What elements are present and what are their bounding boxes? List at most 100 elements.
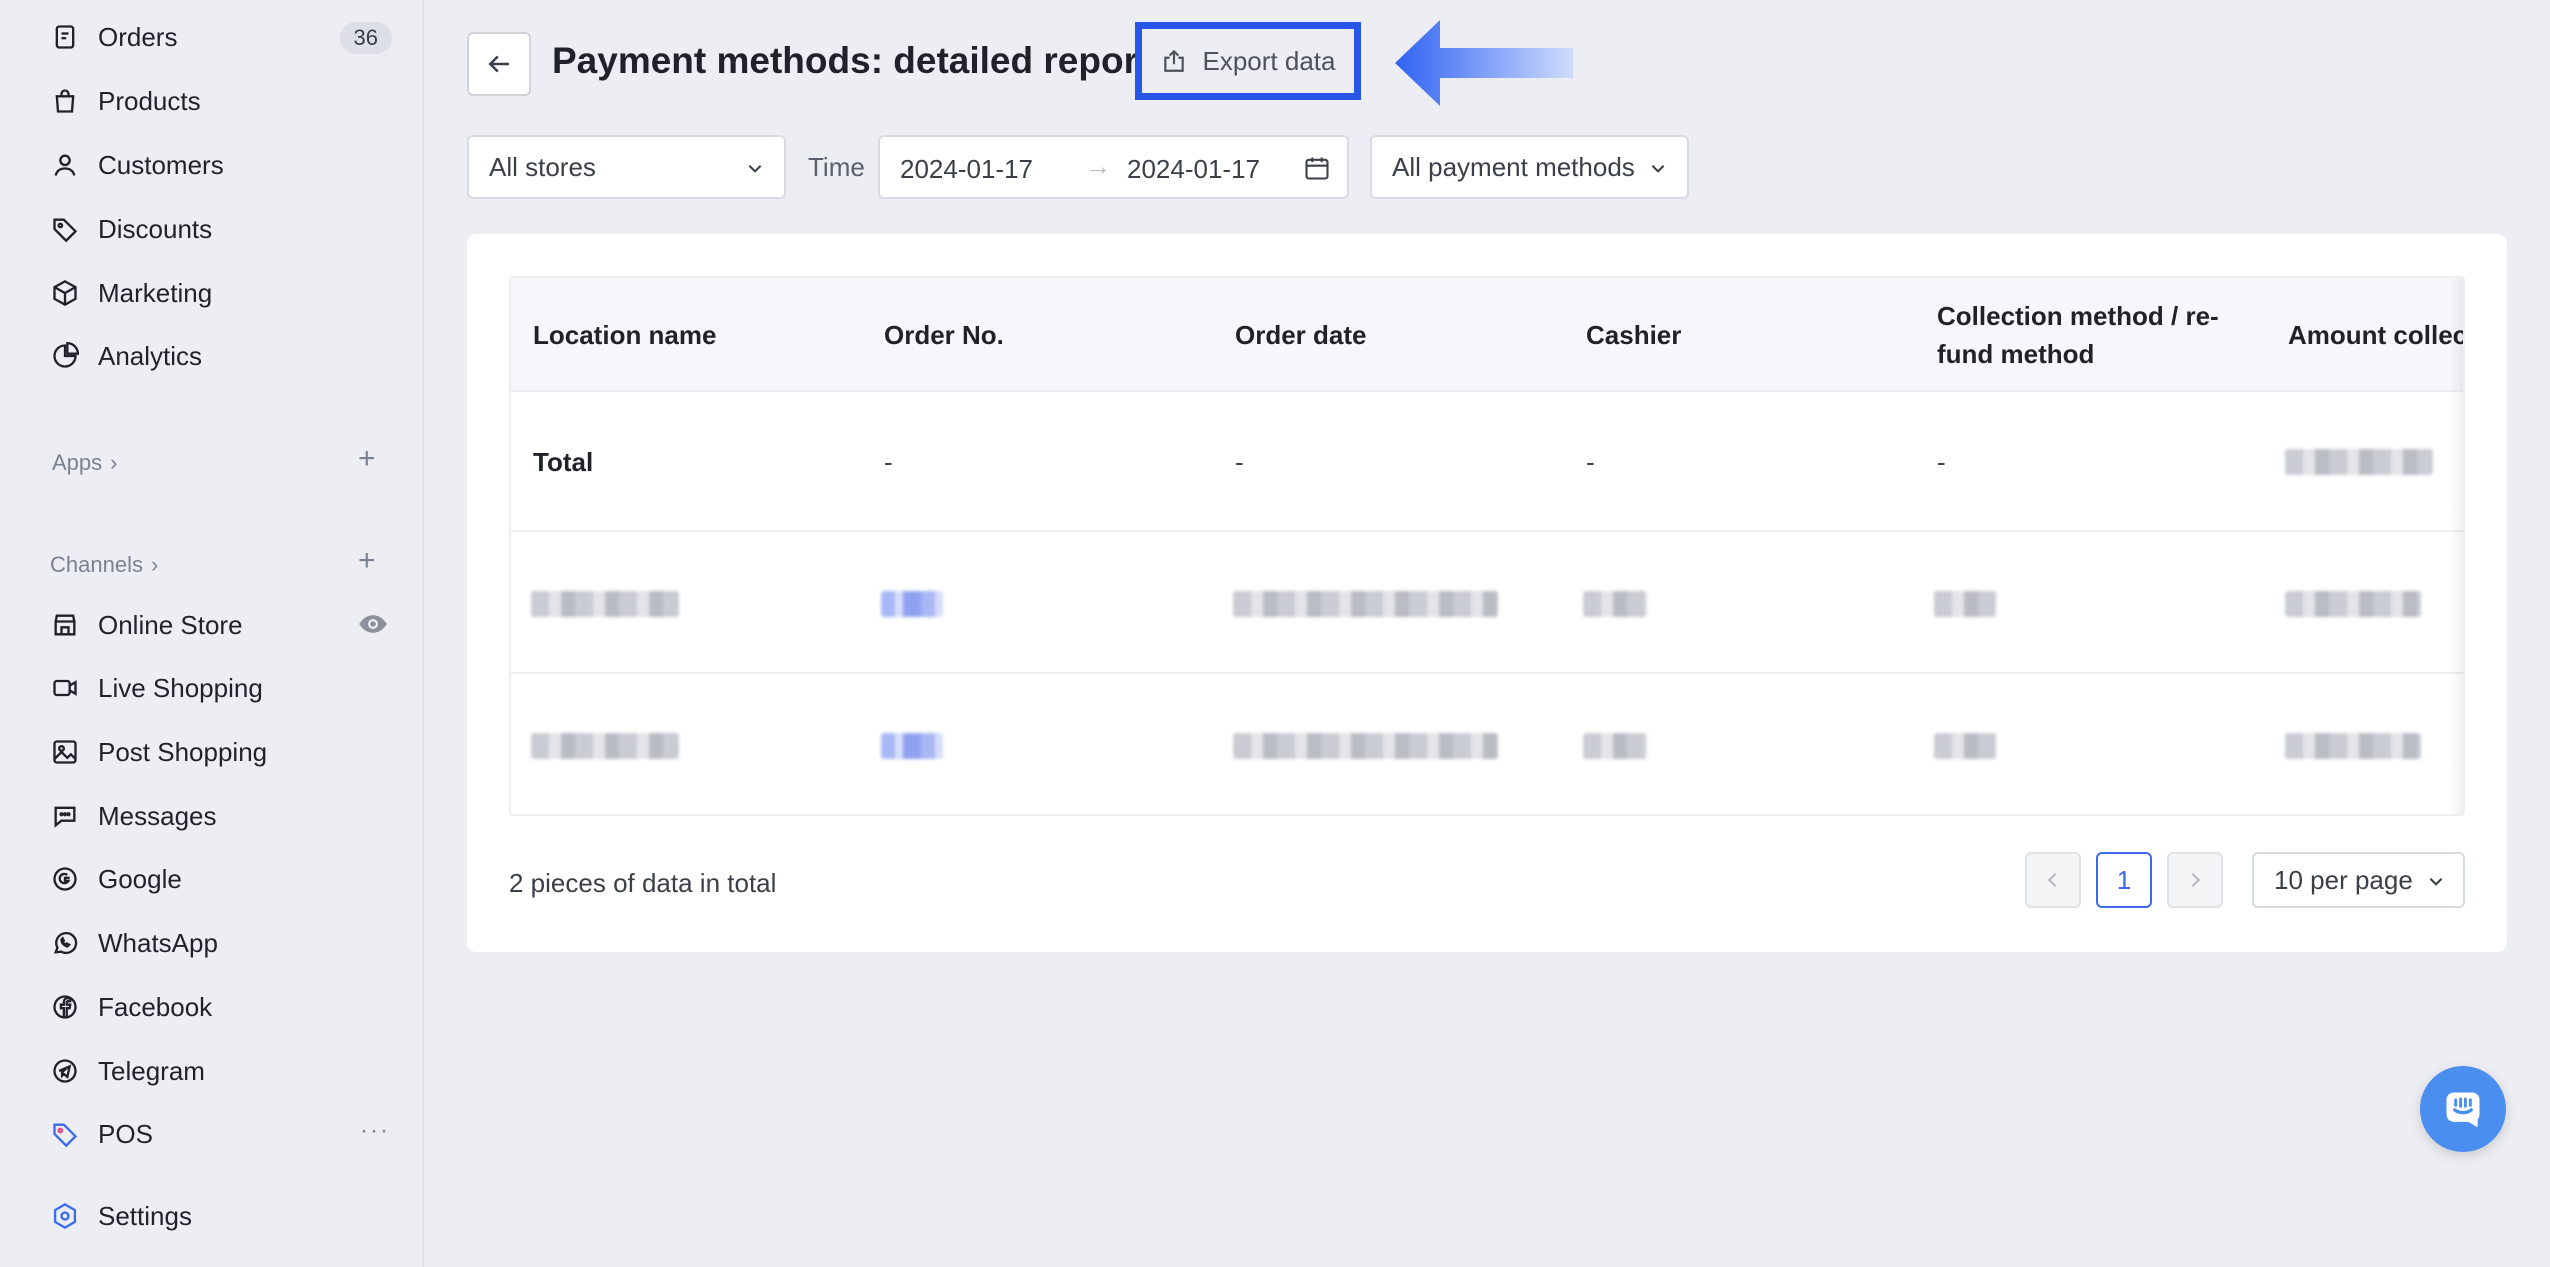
support-chat-button[interactable] bbox=[2420, 1066, 2506, 1152]
sidebar-item-label: POS bbox=[98, 1118, 153, 1149]
chevron-down-icon bbox=[2429, 878, 2443, 886]
sidebar-item-label: Products bbox=[98, 85, 201, 116]
report-card: Location name Order No. Order date Cashi… bbox=[467, 234, 2507, 952]
sidebar-item-label: Online Store bbox=[98, 609, 243, 640]
export-data-button[interactable]: Export data bbox=[1135, 22, 1361, 100]
table-cell-redacted bbox=[1233, 534, 1498, 674]
table-cell-redacted[interactable] bbox=[881, 534, 943, 674]
date-to-field[interactable]: 2024-01-17 bbox=[1127, 154, 1260, 185]
date-from-field[interactable]: 2024-01-17 bbox=[900, 154, 1033, 185]
column-header-collection-method: Collection method / re- fund method bbox=[1937, 301, 2219, 369]
store-select[interactable]: All stores bbox=[467, 135, 786, 199]
sidebar-item-label: Google bbox=[98, 863, 182, 894]
sidebar-item-settings[interactable]: Settings bbox=[50, 1191, 390, 1241]
sidebar-item-label: Customers bbox=[98, 149, 224, 180]
table-cell-redacted bbox=[1934, 534, 1996, 674]
bag-icon bbox=[50, 86, 80, 116]
column-header-location-name: Location name bbox=[533, 320, 717, 350]
page-number-button[interactable]: 1 bbox=[2096, 852, 2152, 908]
image-icon bbox=[50, 737, 80, 767]
sidebar-item-label: Marketing bbox=[98, 277, 213, 308]
sidebar-item-label: Messages bbox=[98, 800, 217, 831]
telegram-icon bbox=[50, 1056, 80, 1086]
apps-label-text: Apps bbox=[52, 450, 103, 475]
sidebar-item-telegram[interactable]: Telegram bbox=[50, 1046, 390, 1096]
sidebar-item-pos[interactable]: POS ··· bbox=[50, 1109, 390, 1159]
sidebar-item-orders[interactable]: Orders 36 bbox=[50, 12, 392, 62]
column-header-order-no: Order No. bbox=[884, 320, 1004, 350]
sidebar-item-messages[interactable]: Messages bbox=[50, 791, 390, 841]
chat-icon bbox=[50, 801, 80, 831]
chevron-down-icon bbox=[1651, 165, 1665, 173]
store-select-value: All stores bbox=[489, 151, 596, 182]
box-icon bbox=[50, 278, 80, 308]
sidebar-item-discounts[interactable]: Discounts bbox=[50, 204, 390, 254]
channels-section-label[interactable]: Channels › bbox=[50, 552, 158, 578]
sidebar-item-live-shopping[interactable]: Live Shopping bbox=[50, 663, 390, 713]
table-row[interactable] bbox=[511, 534, 2463, 674]
table-cell-redacted bbox=[2285, 534, 2421, 674]
orders-count-badge: 36 bbox=[339, 22, 392, 54]
total-count-text: 2 pieces of data in total bbox=[509, 868, 777, 898]
horizontal-scroll-shadow bbox=[2449, 278, 2463, 814]
table-cell: - bbox=[1586, 446, 1595, 477]
channels-label-text: Channels bbox=[50, 552, 143, 577]
table-header: Location name Order No. Order date Cashi… bbox=[511, 278, 2463, 392]
sidebar-item-label: Live Shopping bbox=[98, 672, 263, 703]
chevron-left-icon bbox=[2047, 872, 2057, 888]
table-cell-redacted bbox=[2285, 676, 2421, 814]
back-button[interactable] bbox=[467, 32, 531, 96]
sidebar-item-post-shopping[interactable]: Post Shopping bbox=[50, 727, 390, 777]
table-cell-redacted bbox=[2285, 392, 2433, 532]
table-cell-redacted bbox=[531, 676, 679, 814]
add-app-button[interactable]: + bbox=[358, 442, 376, 476]
chat-bubble-icon bbox=[2446, 1092, 2480, 1128]
more-options-icon[interactable]: ··· bbox=[360, 1117, 390, 1145]
prev-page-button[interactable] bbox=[2025, 852, 2081, 908]
chevron-right-icon: › bbox=[150, 552, 159, 577]
time-label: Time bbox=[808, 152, 865, 182]
sidebar-item-whatsapp[interactable]: WhatsApp bbox=[50, 918, 390, 968]
arrow-left-icon bbox=[488, 55, 509, 73]
table-row[interactable] bbox=[511, 676, 2463, 814]
page-title: Payment methods: detailed report bbox=[552, 40, 1151, 81]
table-cell-redacted bbox=[531, 534, 679, 674]
sidebar-item-customers[interactable]: Customers bbox=[50, 140, 390, 190]
person-icon bbox=[50, 150, 80, 180]
sidebar-item-label: Telegram bbox=[98, 1055, 205, 1086]
calendar-icon bbox=[1305, 157, 1329, 180]
google-icon bbox=[50, 864, 80, 894]
apps-section-label[interactable]: Apps › bbox=[52, 450, 117, 476]
page-size-select[interactable]: 10 per page bbox=[2252, 852, 2465, 908]
sidebar-item-products[interactable]: Products bbox=[50, 76, 390, 126]
sidebar-item-google[interactable]: Google bbox=[50, 854, 390, 904]
table-cell-redacted[interactable] bbox=[881, 676, 943, 814]
sidebar-item-label: Facebook bbox=[98, 991, 213, 1022]
chevron-right-icon: › bbox=[110, 450, 118, 475]
sidebar-item-marketing[interactable]: Marketing bbox=[50, 268, 390, 318]
table-cell-redacted bbox=[1583, 534, 1647, 674]
total-label: Total bbox=[533, 446, 594, 477]
arrow-callout-icon bbox=[1395, 20, 1573, 106]
sidebar-item-label: Analytics bbox=[98, 340, 203, 371]
arrow-right-icon: → bbox=[1085, 151, 1111, 181]
sidebar-item-online-store[interactable]: Online Store bbox=[50, 600, 390, 650]
export-icon bbox=[1163, 49, 1184, 72]
table-cell: - bbox=[1235, 446, 1244, 477]
tag-icon bbox=[50, 214, 80, 244]
orders-icon bbox=[50, 22, 80, 52]
payment-method-select[interactable]: All payment methods bbox=[1370, 135, 1689, 199]
sidebar-item-label: Discounts bbox=[98, 213, 213, 244]
settings-icon bbox=[50, 1201, 80, 1231]
export-data-label: Export data bbox=[1202, 45, 1336, 76]
sidebar-item-facebook[interactable]: Facebook bbox=[50, 982, 390, 1032]
column-header-amount-collected: Amount collect bbox=[2288, 320, 2465, 350]
page-size-value: 10 per page bbox=[2274, 864, 2413, 895]
sidebar-item-analytics[interactable]: Analytics bbox=[50, 331, 390, 381]
date-range-picker[interactable]: 2024-01-17 → 2024-01-17 bbox=[878, 135, 1349, 199]
sidebar-item-label: Settings bbox=[98, 1200, 192, 1231]
eye-icon[interactable] bbox=[358, 612, 388, 636]
column-header-cashier: Cashier bbox=[1586, 320, 1682, 350]
next-page-button[interactable] bbox=[2167, 852, 2223, 908]
add-channel-button[interactable]: + bbox=[358, 544, 376, 578]
